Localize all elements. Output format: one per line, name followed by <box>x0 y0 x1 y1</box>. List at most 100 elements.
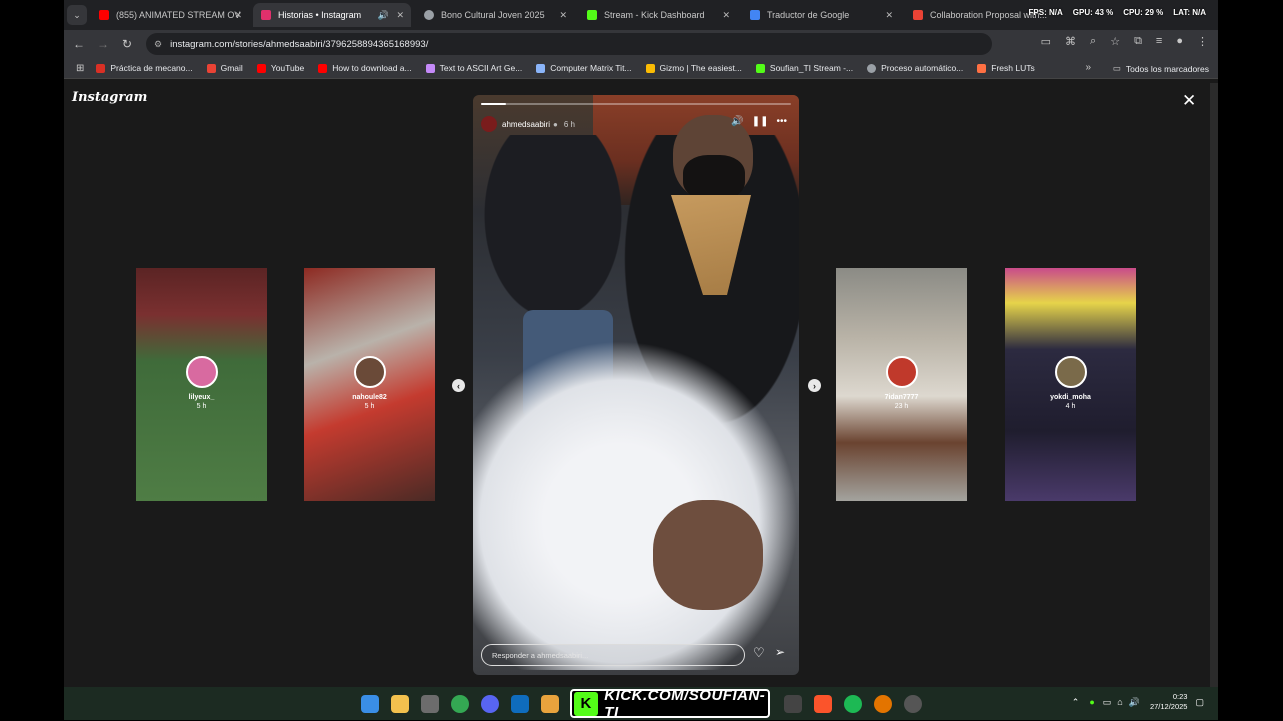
bookmark-favicon <box>977 63 987 73</box>
close-icon[interactable]: ✕ <box>1182 91 1196 111</box>
windows-start-icon[interactable] <box>361 695 379 713</box>
avatar <box>1054 356 1087 388</box>
capcut-icon[interactable] <box>784 695 802 713</box>
story-preview-yokdi-moha[interactable]: yokdi_moha 4 h <box>1005 268 1136 501</box>
performance-overlay: FPS: N/A GPU: 43 % CPU: 29 % LAT: N/A <box>1028 8 1206 17</box>
bookmark-item[interactable]: Gizmo | The easiest... <box>645 63 742 73</box>
story-header: ahmedsaabiri ● 6 h 🔊 ❚❚ ••• <box>481 113 791 135</box>
mic-icon[interactable]: ● <box>1089 697 1094 707</box>
network-icon[interactable]: ⌂ <box>1117 697 1122 707</box>
story-preview-7idan7777[interactable]: 7idan7777 23 h <box>836 268 967 501</box>
close-tab-icon[interactable]: ✕ <box>722 10 730 21</box>
story-username[interactable]: ahmedsaabiri <box>502 120 550 129</box>
bookmark-item[interactable]: Text to ASCII Art Ge... <box>425 63 522 73</box>
like-heart-icon[interactable]: ♡ <box>753 645 765 661</box>
bookmark-favicon <box>425 63 435 73</box>
audio-playing-icon[interactable]: 🔊 <box>378 10 389 21</box>
apps-grid-icon[interactable]: ⊞ <box>76 63 84 74</box>
active-story[interactable]: ahmedsaabiri ● 6 h 🔊 ❚❚ ••• Responder a … <box>473 95 799 675</box>
avatar <box>353 356 386 388</box>
forward-icon[interactable]: → <box>91 37 115 51</box>
close-tab-icon[interactable]: ✕ <box>885 10 893 21</box>
story-preview-lilyeux[interactable]: lilyeux_ 5 h <box>136 268 267 501</box>
volume-icon[interactable]: 🔊 <box>1129 697 1140 708</box>
zoom-icon[interactable]: ⌕ <box>1090 35 1096 48</box>
reading-list-icon[interactable]: ≡ <box>1156 35 1162 48</box>
tab-youtube[interactable]: (855) ANIMATED STREAM OVE ✕ <box>91 3 249 27</box>
url-bar[interactable]: ⚙ instagram.com/stories/ahmedsaabiri/379… <box>146 33 992 55</box>
store-icon[interactable] <box>421 695 439 713</box>
youtube-icon <box>99 10 109 20</box>
notifications-icon[interactable]: ▢ <box>1195 697 1204 708</box>
obs-icon[interactable] <box>904 695 922 713</box>
bookmark-item[interactable]: Soufian_TI Stream -... <box>755 63 853 73</box>
tab-kick-dashboard[interactable]: Stream - Kick Dashboard ✕ <box>579 3 737 27</box>
instagram-icon <box>261 10 271 20</box>
bookmark-favicon <box>645 63 655 73</box>
menu-icon[interactable]: ⋮ <box>1197 35 1208 48</box>
instagram-stories-viewer: Instagram ✕ lilyeux_ 5 h nahoule82 5 h ‹ <box>64 83 1210 687</box>
display-icon[interactable]: ▭ <box>1103 697 1112 708</box>
bookmark-item[interactable]: How to download a... <box>318 63 412 73</box>
more-options-icon[interactable]: ••• <box>776 116 787 127</box>
system-tray: ⌃ ● ▭ ⌂ 🔊 0:23 27/12/2025 ▢ <box>1072 692 1204 712</box>
brave-icon[interactable] <box>814 695 832 713</box>
spotify-icon[interactable] <box>844 695 862 713</box>
bookmark-favicon <box>755 63 765 73</box>
bookmark-favicon <box>206 63 216 73</box>
verified-icon: ● <box>553 119 558 129</box>
bookmark-favicon <box>536 63 546 73</box>
bookmark-item[interactable]: YouTube <box>256 63 304 73</box>
bookmark-star-icon[interactable]: ☆ <box>1110 35 1120 48</box>
reload-icon[interactable]: ↻ <box>115 37 139 51</box>
bookmark-item[interactable]: Proceso automático... <box>867 63 963 73</box>
tab-bono-cultural[interactable]: Bono Cultural Joven 2025 ✕ <box>416 3 574 27</box>
globe-icon <box>424 10 434 20</box>
kick-icon: K <box>574 691 599 716</box>
bookmarks-bar: ⊞ Práctica de mecano... Gmail YouTube Ho… <box>64 58 1218 79</box>
mute-icon[interactable]: 🔊 <box>731 116 743 127</box>
close-tab-icon[interactable]: ✕ <box>559 10 567 21</box>
send-icon[interactable]: ➢ <box>775 645 785 659</box>
bookmark-item[interactable]: Gmail <box>206 63 243 73</box>
profile-avatar[interactable]: ● <box>1176 35 1183 48</box>
reply-input[interactable]: Responder a ahmedsaabiri... <box>481 644 745 666</box>
kick-icon <box>587 10 597 20</box>
close-tab-icon[interactable]: ✕ <box>396 10 404 21</box>
app-icon[interactable] <box>541 695 559 713</box>
all-bookmarks-folder[interactable]: ▭ Todos los marcadores <box>1113 63 1209 74</box>
browser-window: ⌄ (855) ANIMATED STREAM OVE ✕ Historias … <box>64 0 1218 721</box>
back-icon[interactable]: ← <box>67 37 91 51</box>
cast-icon[interactable]: ▭ <box>1041 35 1051 48</box>
kick-banner: K KICK.COM/SOUFIAN-TI <box>570 687 770 721</box>
close-tab-icon[interactable]: ✕ <box>234 10 242 21</box>
bookmark-item[interactable]: Fresh LUTs <box>977 63 1035 73</box>
bookmark-item[interactable]: Práctica de mecano... <box>96 63 193 73</box>
avatar[interactable] <box>481 116 497 132</box>
mail-icon[interactable] <box>511 695 529 713</box>
site-info-icon[interactable]: ⚙ <box>154 39 162 50</box>
pause-icon[interactable]: ❚❚ <box>752 116 769 127</box>
previous-story-arrow[interactable]: ‹ <box>452 379 465 392</box>
translate-page-icon[interactable]: ⌘ <box>1065 35 1076 48</box>
tab-instagram[interactable]: Historias • Instagram 🔊 ✕ <box>253 3 411 27</box>
bookmark-item[interactable]: Computer Matrix Tit... <box>536 63 632 73</box>
more-bookmarks-icon[interactable]: » <box>1085 62 1091 73</box>
extensions-icon[interactable]: ⧉ <box>1134 35 1142 48</box>
clock[interactable]: 0:23 27/12/2025 <box>1150 692 1188 712</box>
next-story-arrow[interactable]: › <box>808 379 821 392</box>
bookmark-favicon <box>256 63 266 73</box>
tab-search-button[interactable]: ⌄ <box>67 5 87 25</box>
file-explorer-icon[interactable] <box>391 695 409 713</box>
tab-google-translate[interactable]: Traductor de Google ✕ <box>742 3 900 27</box>
story-progress-bar <box>481 103 791 105</box>
address-bar-actions: ▭ ⌘ ⌕ ☆ ⧉ ≡ ● ⋮ <box>1041 35 1208 48</box>
chevron-up-icon[interactable]: ⌃ <box>1072 697 1080 708</box>
discord-icon[interactable] <box>481 695 499 713</box>
instagram-logo[interactable]: Instagram <box>72 90 147 105</box>
chrome-profile-icon[interactable] <box>874 695 892 713</box>
translate-icon <box>750 10 760 20</box>
page-scrollbar[interactable] <box>1210 83 1218 687</box>
story-preview-nahoule82[interactable]: nahoule82 5 h <box>304 268 435 501</box>
chrome-icon[interactable] <box>451 695 469 713</box>
